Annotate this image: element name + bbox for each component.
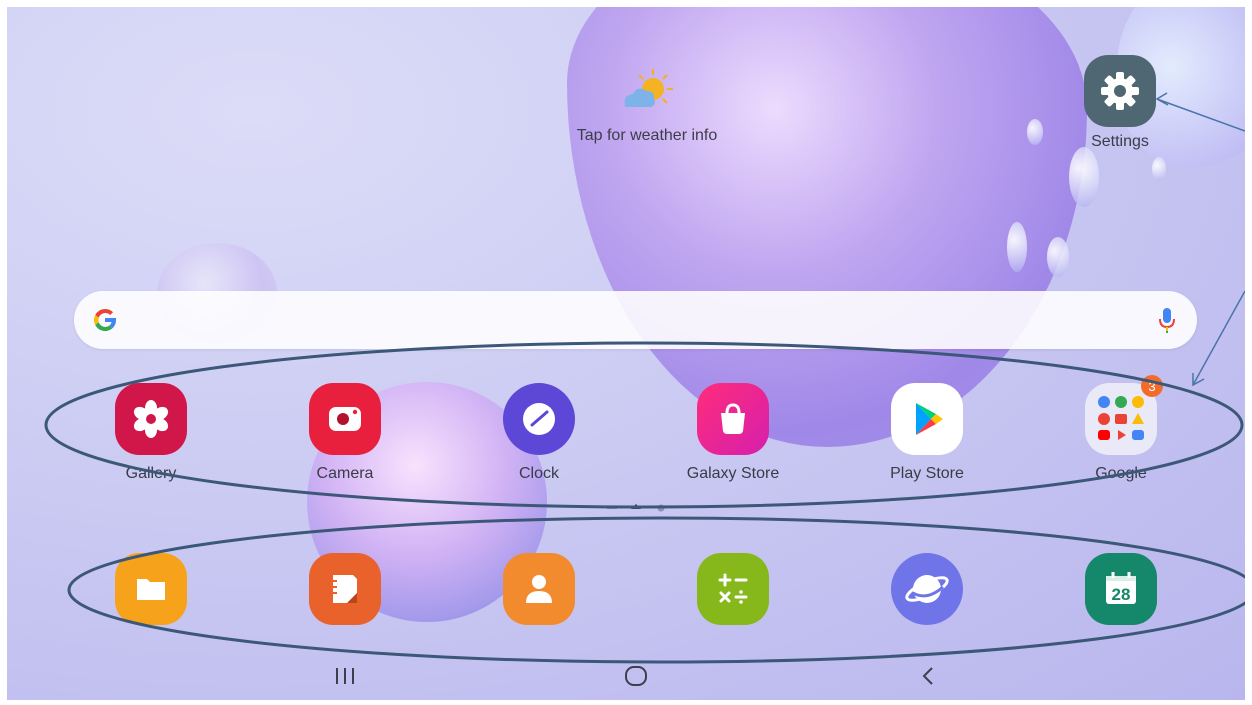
annotation-overlay [44, 92, 1245, 664]
annotation-arrow-line [1192, 290, 1245, 386]
annotation-ellipse-row1 [44, 341, 1244, 509]
annotation-arrow-line [1156, 98, 1245, 132]
home-screen: Tap for weather info Settings Gallery Ca… [7, 7, 1245, 700]
annotation-ellipse-row2 [67, 516, 1245, 664]
